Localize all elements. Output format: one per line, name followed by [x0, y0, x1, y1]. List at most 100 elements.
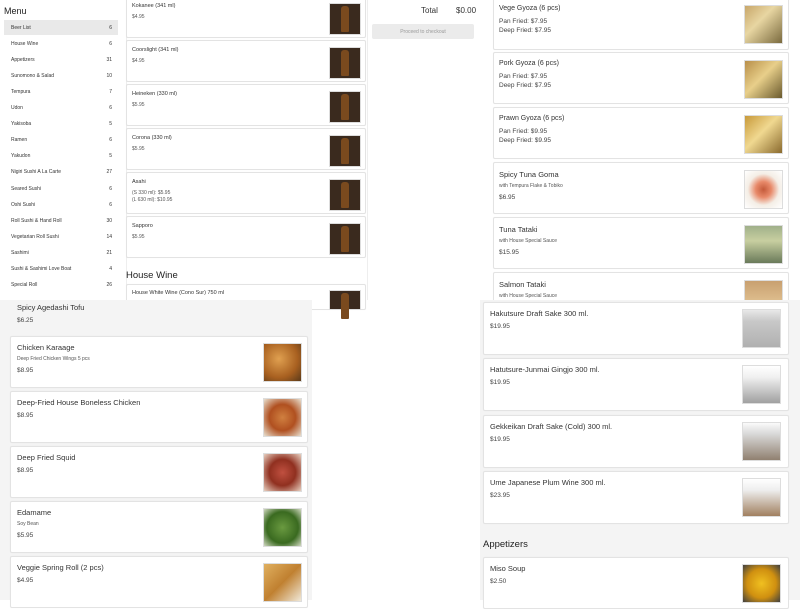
item-price: $8.95	[17, 412, 34, 419]
item-image	[263, 343, 302, 382]
sidebar-item-label: Sunomono & Salad	[11, 72, 55, 79]
sidebar-item[interactable]: Roll Sushi & Hand Roll 30	[4, 213, 118, 228]
special-price: $6.95	[499, 194, 516, 201]
special-card[interactable]: Tuna Tataki with House Special Sauce $15…	[493, 217, 789, 269]
special-desc: with Tempura Flake & Tobiko	[499, 183, 563, 189]
special-name: Spicy Tuna Goma	[499, 170, 559, 179]
beer-price: $4.95	[132, 58, 145, 64]
sidebar-item-label: House Wine	[11, 40, 39, 47]
sake-price: $23.95	[490, 492, 510, 499]
sidebar-item-count: 30	[106, 217, 112, 224]
beer-price: $5.95	[132, 146, 145, 152]
special-image	[744, 225, 783, 264]
gyoza-card[interactable]: Vege Gyoza (6 pcs) Pan Fried: $7.95 Deep…	[493, 0, 789, 50]
checkout-button[interactable]: Proceed to checkout	[372, 24, 474, 39]
sidebar-item[interactable]: Yakudon 5	[4, 149, 118, 164]
sidebar-item-count: 26	[106, 282, 112, 289]
menu-item-card[interactable]: Veggie Spring Roll (2 pcs) $4.95	[10, 556, 308, 608]
sidebar-item-label: Vegetarian Roll Sushi	[11, 233, 59, 240]
sake-card[interactable]: Hakutsure Draft Sake 300 ml. $19.95	[483, 302, 789, 355]
sake-name: Hakutsure Draft Sake 300 ml.	[490, 309, 589, 318]
sidebar-item[interactable]: Oshi Sushi 6	[4, 197, 118, 212]
appetizers-heading: Appetizers	[483, 539, 528, 550]
menu-item-card[interactable]: Deep-Fried House Boneless Chicken $8.95	[10, 391, 308, 443]
special-card[interactable]: Spicy Tuna Goma with Tempura Flake & Tob…	[493, 162, 789, 214]
sidebar-item[interactable]: Sunomono & Salad 10	[4, 68, 118, 83]
beer-card[interactable]: Heineken (330 ml) $5.95	[126, 84, 366, 126]
sidebar-item-label: Sashimi	[11, 249, 29, 256]
sidebar-item[interactable]: Seared Sushi 6	[4, 181, 118, 196]
sidebar-item[interactable]: Beer List 6	[4, 20, 118, 35]
gyoza-card[interactable]: Pork Gyoza (6 pcs) Pan Fried: $7.95 Deep…	[493, 52, 789, 104]
gyoza-price-deep: Deep Fried: $7.95	[499, 82, 552, 89]
item-name: Veggie Spring Roll (2 pcs)	[17, 563, 104, 572]
beer-card[interactable]: Coorslight (341 ml) $4.95	[126, 40, 366, 82]
sidebar-item-count: 31	[106, 56, 112, 63]
sidebar-item[interactable]: Nigiri Sushi A La Carte 27	[4, 165, 118, 180]
sake-price: $19.95	[490, 436, 510, 443]
beer-name: Corona (330 ml)	[132, 135, 172, 141]
item-name: Edamame	[17, 508, 52, 517]
beer-image	[329, 179, 361, 211]
sidebar-item-label: Yakudon	[11, 153, 31, 160]
gyoza-image	[744, 115, 783, 154]
beer-card[interactable]: Kokanee (341 ml) $4.95	[126, 0, 366, 38]
sidebar-item[interactable]: Sashimi 21	[4, 245, 118, 260]
sake-card[interactable]: Ume Japanese Plum Wine 300 ml. $23.95	[483, 471, 789, 524]
menu-title: Menu	[4, 6, 27, 16]
special-name: Tuna Tataki	[499, 225, 538, 234]
sidebar-item[interactable]: Udon 6	[4, 101, 118, 116]
sidebar-item-label: Seared Sushi	[11, 185, 42, 192]
sidebar-item[interactable]: House Wine 6	[4, 36, 118, 51]
item-image	[263, 453, 302, 492]
sake-image	[742, 422, 781, 461]
beer-name: Coorslight (341 ml)	[132, 47, 179, 53]
sidebar-item-count: 6	[109, 185, 112, 192]
beer-price: (L 630 ml): $10.95	[132, 197, 173, 203]
beer-card[interactable]: Corona (330 ml) $5.95	[126, 128, 366, 170]
cart-total-label: Total	[421, 6, 438, 15]
beer-card[interactable]: Sapporo $5.95	[126, 216, 366, 258]
sidebar-item-label: Nigiri Sushi A La Carte	[11, 169, 62, 176]
item-price: $8.95	[17, 367, 34, 374]
menu-item-card[interactable]: Edamame Soy Bean $5.95	[10, 501, 308, 553]
sidebar-item-count: 5	[109, 153, 112, 160]
gyoza-price-deep: Deep Fried: $9.95	[499, 137, 552, 144]
item-image	[263, 508, 302, 547]
menu-item-card[interactable]: Chicken Karaage Deep Fried Chicken Wings…	[10, 336, 308, 388]
menu-item-card[interactable]: Deep Fried Squid $8.95	[10, 446, 308, 498]
item-price: $5.95	[17, 532, 34, 539]
sidebar-item[interactable]: Tempura 7	[4, 84, 118, 99]
sidebar-item-label: Ramen	[11, 137, 28, 144]
gyoza-name: Pork Gyoza (6 pcs)	[499, 60, 559, 67]
sidebar-item[interactable]: Sushi & Sashimi Love Boat 4	[4, 262, 118, 277]
sidebar-item[interactable]: Appetizers 31	[4, 52, 118, 67]
beer-image	[329, 3, 361, 35]
sidebar-item[interactable]: Yakisoba 5	[4, 117, 118, 132]
sake-card[interactable]: Gekkeikan Draft Sake (Cold) 300 ml. $19.…	[483, 415, 789, 468]
menu-item-card[interactable]: Miso Soup $2.50	[483, 557, 789, 609]
sidebar-item[interactable]: Special Roll 26	[4, 278, 118, 293]
sidebar-item-label: Yakisoba	[11, 121, 32, 128]
beer-name: Heineken (330 ml)	[132, 91, 177, 97]
beer-image	[329, 135, 361, 167]
special-desc: with House Special Sauce	[499, 238, 558, 244]
wine-image	[329, 290, 361, 319]
gyoza-card[interactable]: Prawn Gyoza (6 pcs) Pan Fried: $9.95 Dee…	[493, 107, 789, 159]
sidebar-item-count: 6	[109, 105, 112, 111]
sidebar-item-count: 4	[109, 266, 112, 272]
sake-name: Hatutsure-Junmai Gingjo 300 ml.	[490, 365, 600, 374]
sidebar-item-count: 10	[106, 72, 112, 79]
sake-price: $19.95	[490, 379, 510, 386]
beer-name: Kokanee (341 ml)	[132, 3, 176, 9]
sake-card[interactable]: Hatutsure-Junmai Gingjo 300 ml. $19.95	[483, 358, 789, 411]
beer-card[interactable]: Asahi (S 330 ml): $5.95 (L 630 ml): $10.…	[126, 172, 366, 214]
gyoza-price-pan: Pan Fried: $9.95	[499, 128, 548, 135]
sidebar-item[interactable]: Vegetarian Roll Sushi 14	[4, 229, 118, 244]
sidebar-item-count: 21	[106, 249, 112, 256]
item-price: $2.50	[490, 578, 507, 585]
house-wine-heading: House Wine	[126, 270, 178, 281]
item-price: $4.95	[17, 577, 34, 584]
gyoza-price-pan: Pan Fried: $7.95	[499, 73, 548, 80]
sidebar-item[interactable]: Ramen 6	[4, 133, 118, 148]
